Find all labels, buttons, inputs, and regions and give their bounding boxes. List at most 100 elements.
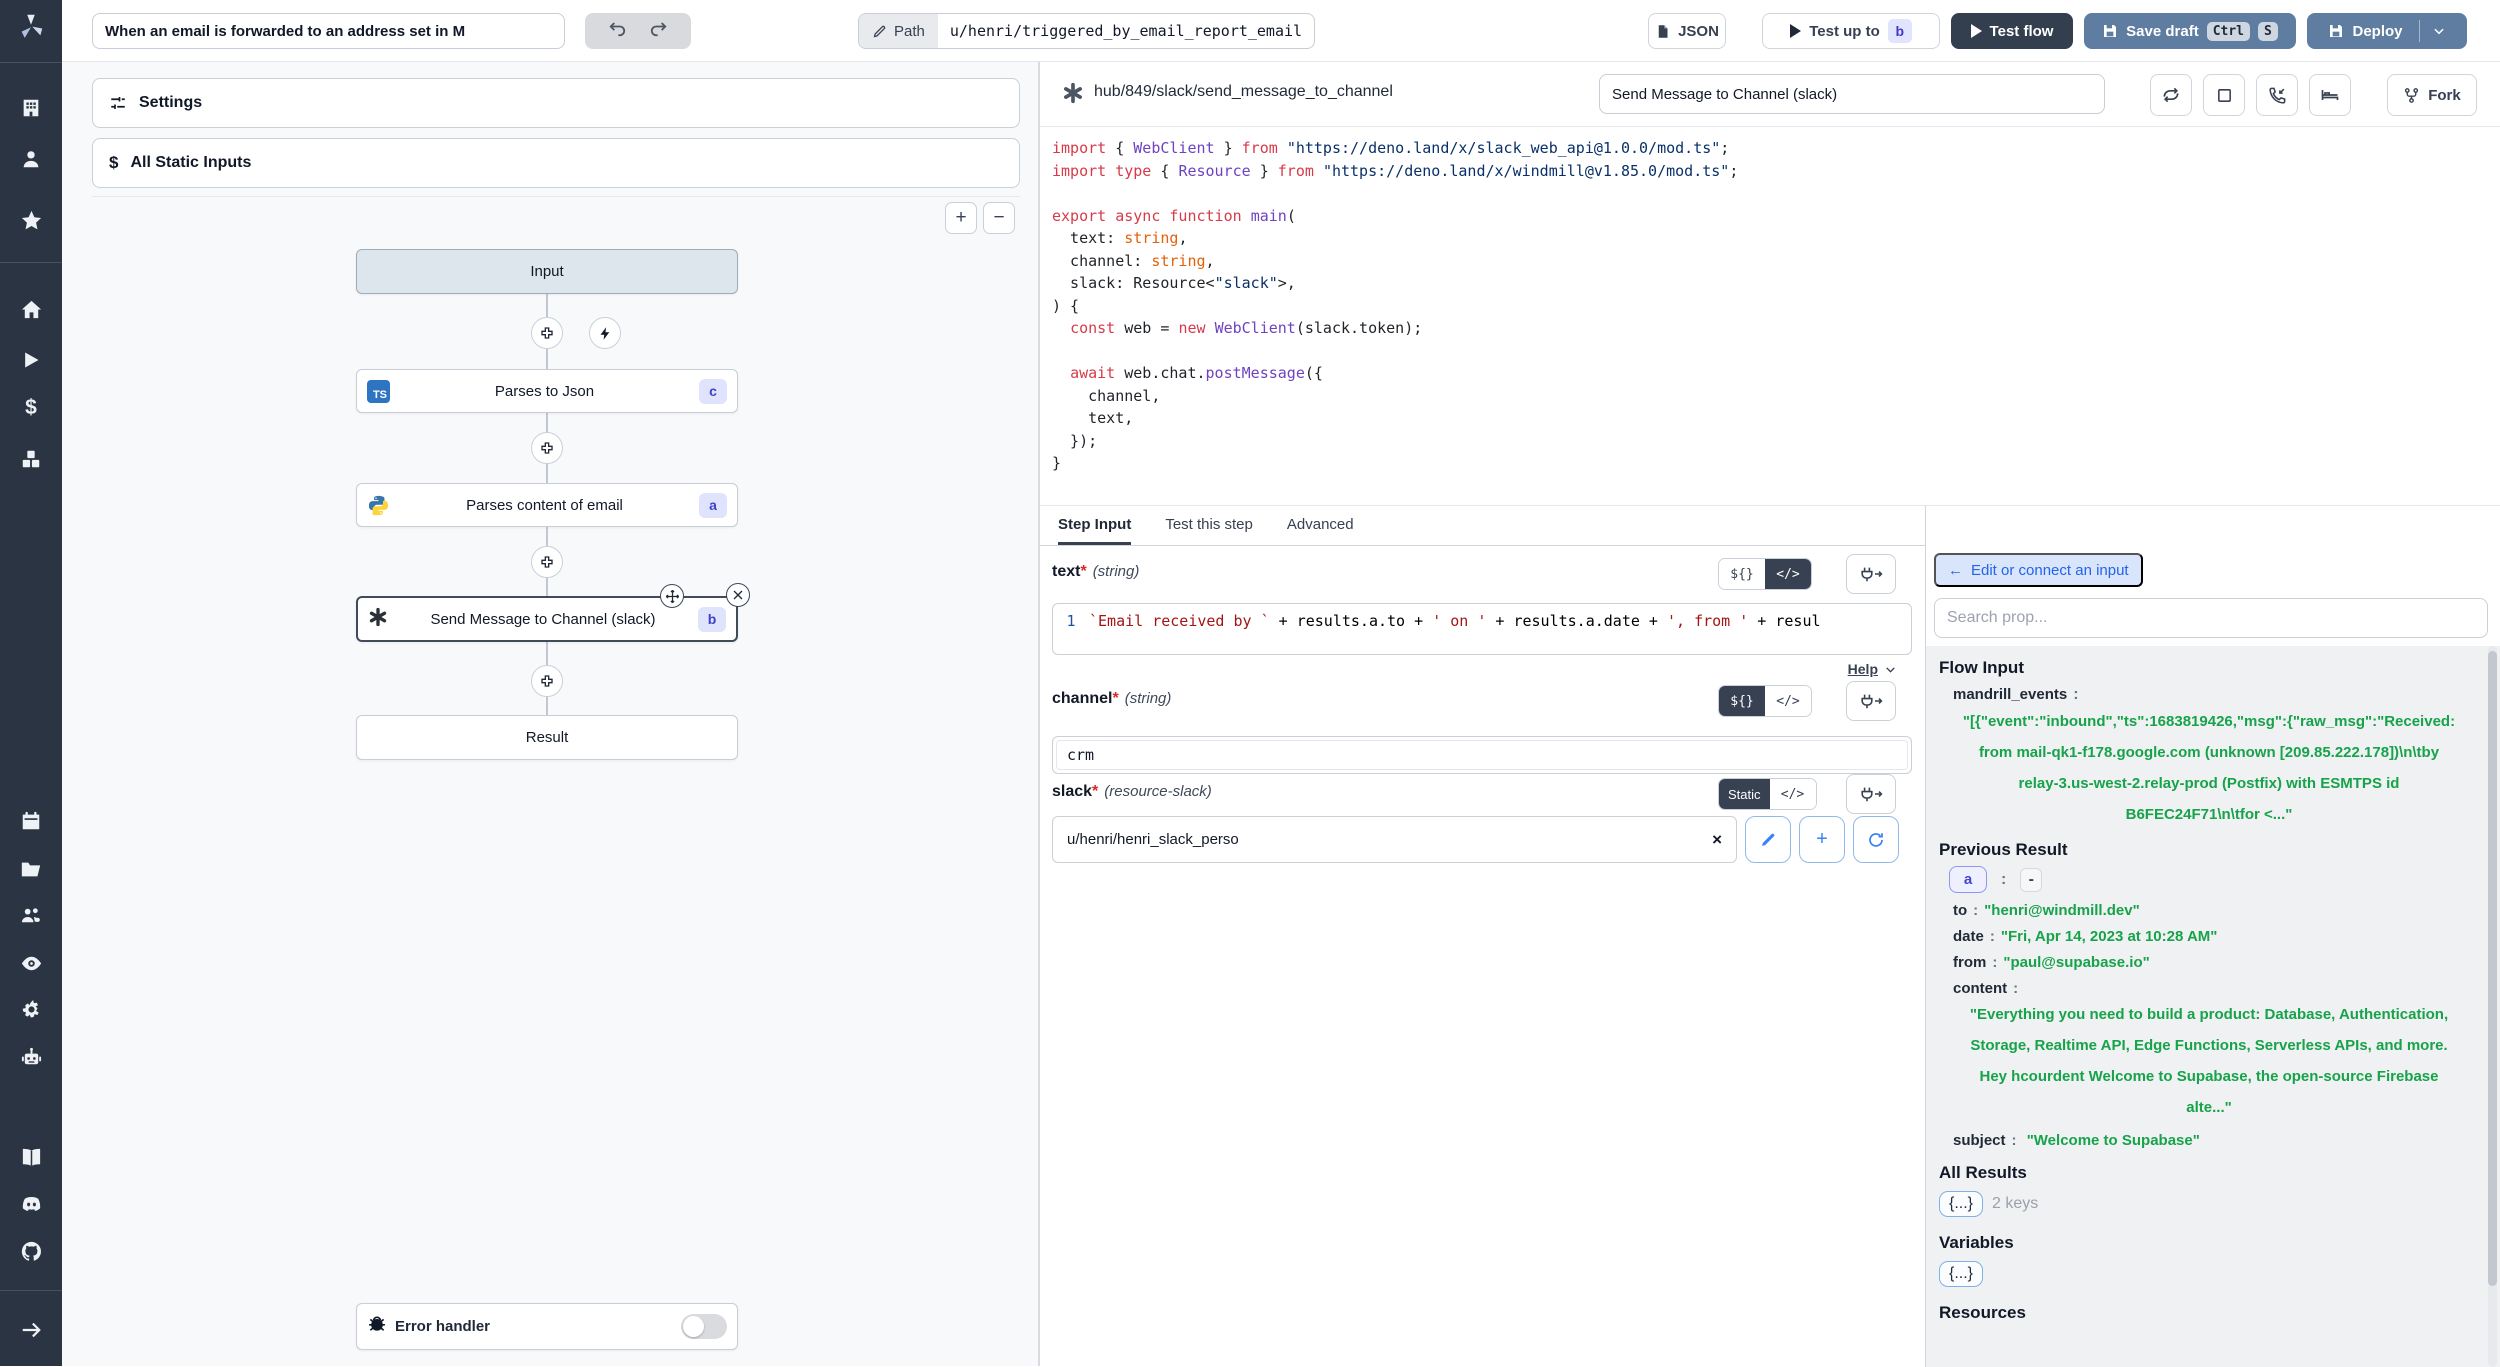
bug-icon (367, 1314, 387, 1339)
slack-resource-value: u/henri/henri_slack_perso (1067, 831, 1712, 848)
expand-arrow-icon[interactable] (19, 1318, 43, 1342)
redo-icon[interactable] (649, 19, 668, 43)
json-button[interactable]: JSON (1648, 13, 1726, 49)
insert-step-button[interactable] (531, 546, 563, 578)
groups-icon[interactable] (19, 903, 43, 927)
flow-node-parses-content[interactable]: Parses content of email a (356, 483, 738, 527)
retries-button[interactable] (2150, 74, 2192, 116)
sleep-button[interactable] (2309, 74, 2351, 116)
all-results-object-chip[interactable]: {...} (1939, 1191, 1983, 1217)
flow-settings-button[interactable]: Settings (92, 78, 1020, 128)
trigger-bolt-button[interactable] (589, 317, 621, 349)
schedules-calendar-icon[interactable] (19, 809, 43, 833)
clear-resource-icon[interactable]: × (1712, 830, 1722, 850)
home-icon[interactable] (19, 297, 43, 321)
content-row[interactable]: content: (1953, 980, 2479, 997)
pencil-icon (872, 24, 887, 39)
save-draft-button[interactable]: Save draft Ctrl S (2084, 13, 2296, 49)
tab-test-this-step[interactable]: Test this step (1165, 506, 1253, 545)
error-handler-toggle[interactable] (681, 1314, 727, 1339)
suspend-button[interactable] (2256, 74, 2298, 116)
refresh-resource-button[interactable] (1853, 816, 1899, 863)
test-flow-button[interactable]: Test flow (1951, 13, 2073, 49)
all-static-inputs-button[interactable]: $ All Static Inputs (92, 138, 1020, 188)
text-expression-editor[interactable]: 1 `Email received by ` + results.a.to + … (1052, 603, 1912, 655)
mandrill-events-row[interactable]: mandrill_events: (1953, 686, 2479, 704)
python-icon (367, 494, 390, 517)
tab-advanced[interactable]: Advanced (1287, 506, 1354, 545)
collapse-button[interactable]: - (2020, 868, 2042, 892)
text-connect-plug-button[interactable] (1846, 554, 1896, 594)
subject-row[interactable]: subject: "Welcome to Supabase" (1953, 1132, 2479, 1149)
code-mode-option[interactable]: </> (1765, 559, 1811, 589)
variables-dollar-icon[interactable]: $ (19, 396, 43, 420)
static-mode-option[interactable]: Static (1719, 779, 1770, 809)
favorites-star-icon[interactable] (19, 208, 43, 232)
flow-node-input[interactable]: Input (356, 249, 738, 294)
keys-count: 2 keys (1992, 1195, 2038, 1213)
chevron-down-icon (1884, 663, 1897, 676)
template-mode-option[interactable]: ${} (1719, 559, 1765, 589)
sidebar-scrollbar-thumb[interactable] (2488, 651, 2497, 1286)
deploy-button[interactable]: Deploy (2307, 13, 2467, 49)
discord-icon[interactable] (19, 1192, 43, 1216)
error-handler-node[interactable]: Error handler (356, 1303, 738, 1350)
flow-node-result[interactable]: Result (356, 715, 738, 760)
settings-gear-icon[interactable] (19, 997, 43, 1021)
flow-title-input[interactable] (92, 13, 565, 49)
github-icon[interactable] (19, 1239, 43, 1263)
delete-step-button[interactable] (726, 583, 750, 607)
slack-resource-picker[interactable]: u/henri/henri_slack_perso × (1052, 816, 1737, 863)
insert-step-button[interactable] (531, 432, 563, 464)
workers-robot-icon[interactable] (19, 1045, 43, 1069)
docs-book-icon[interactable] (19, 1145, 43, 1169)
flow-node-parses-to-json[interactable]: TS Parses to Json c (356, 369, 738, 413)
fork-button[interactable]: Fork (2387, 74, 2477, 116)
save-icon (2328, 23, 2344, 39)
user-icon[interactable] (19, 147, 43, 171)
insert-step-button[interactable] (531, 317, 563, 349)
channel-input[interactable] (1056, 740, 1908, 770)
early-stop-button[interactable] (2203, 74, 2245, 116)
code-mode-option[interactable]: </> (1765, 686, 1811, 716)
move-cross-icon (665, 589, 680, 604)
windmill-logo-icon[interactable] (15, 10, 47, 42)
template-mode-option[interactable]: ${} (1719, 686, 1765, 716)
help-link[interactable]: Help (1848, 661, 1897, 677)
flow-path-chip[interactable]: Path u/henri/triggered_by_email_report_e… (858, 13, 1315, 49)
content-value[interactable]: "Everything you need to build a product:… (1945, 999, 2473, 1123)
insert-step-button[interactable] (531, 665, 563, 697)
connect-input-sidebar: ← Edit or connect an input Flow Input ma… (1925, 506, 2500, 1367)
mandrill-events-value[interactable]: "[{"event":"inbound","ts":1683819426,"ms… (1945, 706, 2473, 830)
zoom-out-button[interactable]: − (983, 202, 1015, 234)
tab-step-input[interactable]: Step Input (1058, 506, 1131, 545)
edit-or-connect-button[interactable]: ← Edit or connect an input (1934, 553, 2143, 587)
add-resource-button[interactable]: + (1799, 816, 1845, 863)
step-a-chip[interactable]: a (1949, 866, 1987, 893)
zoom-in-button[interactable]: + (945, 202, 977, 234)
edit-resource-button[interactable] (1745, 816, 1791, 863)
channel-connect-plug-button[interactable] (1846, 681, 1896, 721)
result-kv-row[interactable]: to:"henri@windmill.dev" (1953, 902, 2479, 919)
runs-play-icon[interactable] (19, 348, 43, 372)
chevron-down-icon[interactable] (2432, 24, 2446, 38)
code-editor[interactable]: import { WebClient } from "https://deno.… (1040, 127, 2500, 505)
slack-connect-plug-button[interactable] (1846, 774, 1896, 814)
button-divider (2419, 20, 2420, 42)
flow-input-section-title: Flow Input (1939, 658, 2479, 678)
result-kv-row[interactable]: date:"Fri, Apr 14, 2023 at 10:28 AM" (1953, 928, 2479, 945)
audit-eye-icon[interactable] (19, 951, 43, 975)
dollar-icon: $ (109, 153, 118, 173)
undo-icon[interactable] (608, 19, 627, 43)
test-up-to-button[interactable]: Test up to b (1762, 13, 1940, 49)
previous-result-section-title: Previous Result (1939, 840, 2479, 860)
folders-icon[interactable] (19, 857, 43, 881)
result-kv-row[interactable]: from:"paul@supabase.io" (1953, 954, 2479, 971)
resources-boxes-icon[interactable] (19, 447, 43, 471)
variables-object-chip[interactable]: {...} (1939, 1261, 1983, 1287)
search-prop-input[interactable] (1934, 598, 2488, 638)
step-title-input[interactable] (1599, 74, 2105, 114)
workspace-icon[interactable] (19, 96, 43, 120)
code-mode-option[interactable]: </> (1770, 779, 1816, 809)
move-step-handle[interactable] (660, 584, 684, 608)
